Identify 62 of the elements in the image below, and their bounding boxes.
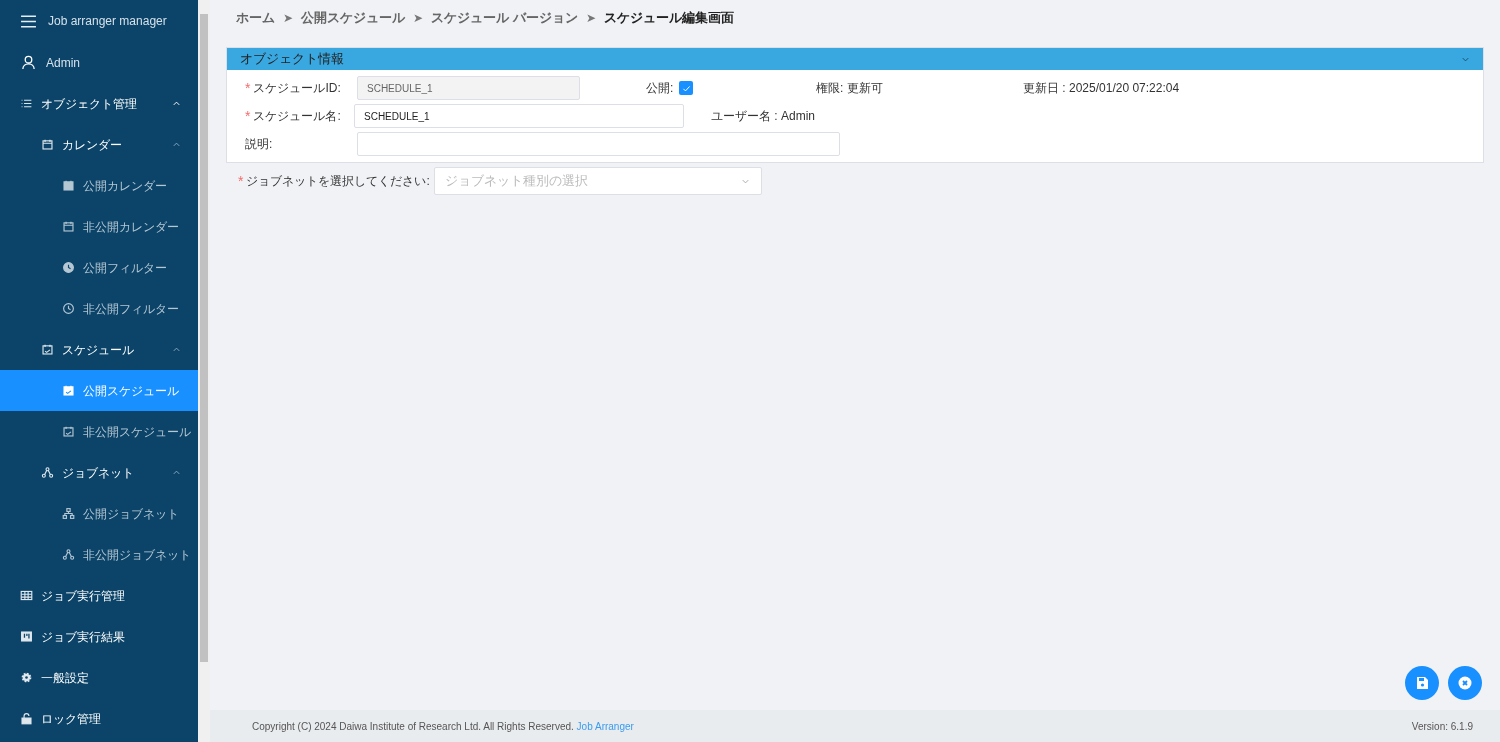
calendar-check-icon: [41, 343, 54, 356]
menu-item[interactable]: ジョブ実行管理: [0, 575, 198, 616]
menu-group[interactable]: ジョブネット: [0, 452, 198, 493]
permission-text: 権限: 更新可: [816, 80, 884, 97]
gear-icon: [20, 671, 33, 684]
menu-item[interactable]: ジョブ実行結果: [0, 616, 198, 657]
breadcrumb-separator: ➤: [413, 10, 423, 27]
menu-item[interactable]: 非公開フィルター: [0, 288, 198, 329]
field-label: スケジュールID:: [253, 80, 341, 97]
close-icon: [1457, 675, 1473, 691]
menu-item[interactable]: 非公開スケジュール: [0, 411, 198, 452]
input-field[interactable]: [357, 132, 840, 156]
breadcrumb-separator: ➤: [585, 10, 596, 27]
menu-item[interactable]: 非公開ジョブネット: [0, 534, 198, 575]
panel-header[interactable]: オブジェクト情報: [227, 48, 1483, 70]
calendar-icon: [41, 138, 54, 151]
menu-item[interactable]: 非公開カレンダー: [0, 206, 198, 247]
required-mark: *: [238, 174, 244, 188]
calendar-check-icon: [62, 384, 75, 397]
calendar-icon: [62, 179, 75, 192]
scrollbar[interactable]: [198, 0, 210, 742]
lock-icon: [20, 712, 33, 725]
menu-item[interactable]: 公開カレンダー: [0, 165, 198, 206]
field-label: ジョブネットを選択してください:: [246, 173, 430, 190]
required-mark: *: [245, 109, 251, 123]
calendar-icon: [62, 220, 75, 233]
breadcrumb-separator: ➤: [283, 10, 293, 27]
clock-icon: [62, 302, 75, 315]
table-icon: [20, 589, 33, 602]
menu-item[interactable]: 一般設定: [0, 657, 198, 698]
hierarchy-icon: [62, 507, 75, 520]
menu-item[interactable]: 公開フィルター: [0, 247, 198, 288]
menu-group[interactable]: カレンダー: [0, 124, 198, 165]
app-title: Job arranger manager: [48, 13, 167, 30]
cancel-button[interactable]: [1448, 666, 1482, 700]
network-icon: [41, 466, 54, 479]
required-mark: *: [245, 81, 251, 95]
save-button[interactable]: [1405, 666, 1439, 700]
user-name: Admin: [46, 54, 80, 72]
menu-item[interactable]: ロック管理: [0, 698, 198, 739]
board-icon: [20, 630, 33, 643]
field-label: 説明:: [245, 136, 273, 153]
menu-icon[interactable]: [20, 12, 37, 30]
version-text: Version: 6.1.9: [1411, 719, 1473, 734]
copyright-text: Copyright (C) 2024 Daiwa Institute of Research Ltd. All Rights Reserved. Job Arranger: [252, 719, 634, 734]
user-name-text: ユーザー名 : Admin: [711, 108, 815, 125]
breadcrumb-link[interactable]: スケジュール バージョン: [431, 8, 578, 28]
input-field[interactable]: SCHEDULE_1: [354, 104, 684, 128]
field-label: 公開:: [646, 80, 674, 97]
user-icon: [21, 55, 36, 70]
menu-group[interactable]: オブジェクト管理: [0, 83, 198, 124]
field-label: スケジュール名:: [253, 108, 341, 125]
menu-group[interactable]: スケジュール: [0, 329, 198, 370]
clock-icon: [62, 261, 75, 274]
breadcrumb-link[interactable]: 公開スケジュール: [301, 8, 405, 28]
menu-item[interactable]: 公開ジョブネット: [0, 493, 198, 534]
breadcrumb-link[interactable]: ホーム: [236, 8, 275, 28]
network-icon: [62, 548, 75, 561]
checkbox[interactable]: [679, 81, 694, 95]
calendar-check-icon: [62, 425, 75, 438]
menu-item[interactable]: 公開スケジュール: [0, 370, 198, 411]
updated-date: 更新日 : 2025/01/20 07:22:04: [1023, 80, 1180, 97]
